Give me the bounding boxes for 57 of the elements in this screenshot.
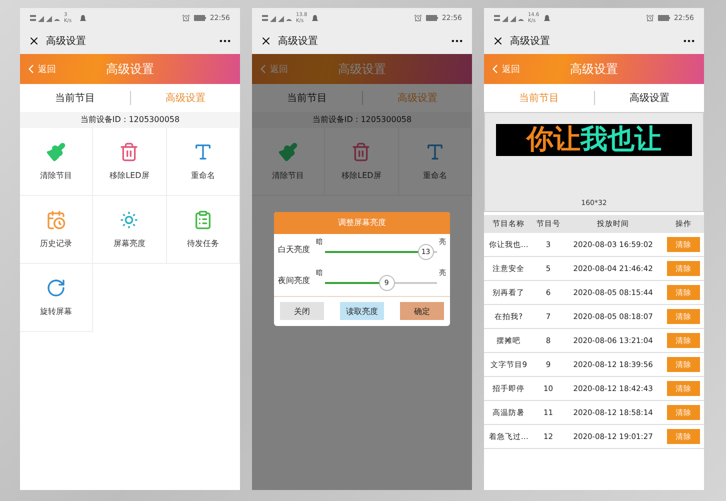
broom-icon <box>46 142 66 162</box>
window-title: 高级设置 <box>278 34 318 48</box>
slider-label: 白天亮度 <box>278 244 311 255</box>
signal-icon <box>262 14 292 22</box>
menu-tile[interactable]: 重命名 <box>398 128 472 196</box>
window-title: 高级设置 <box>46 34 86 48</box>
menu-tile[interactable]: 屏幕亮度 <box>93 196 167 264</box>
trash-icon <box>351 142 372 162</box>
menu-tile[interactable]: 清除节目 <box>252 128 326 196</box>
battery-icon <box>194 15 206 21</box>
menu-tile[interactable]: 重命名 <box>166 128 240 196</box>
slider-label: 夜间亮度 <box>278 275 311 286</box>
window-title: 高级设置 <box>510 34 550 48</box>
trash-icon <box>119 142 140 162</box>
tab[interactable]: 当前节目 <box>20 90 130 106</box>
close-icon[interactable] <box>28 35 40 47</box>
signal-icon <box>494 14 524 22</box>
menu-tile[interactable]: 移除LED屏 <box>325 128 399 196</box>
tab[interactable]: 当前节目 <box>252 90 362 106</box>
text-icon <box>424 142 445 162</box>
close-icon[interactable] <box>260 35 272 47</box>
close-icon[interactable] <box>492 35 504 47</box>
signal-icon <box>30 14 60 22</box>
menu-tile[interactable]: 清除节目 <box>20 128 94 196</box>
menu-tile[interactable]: 待发任务 <box>166 196 240 264</box>
dialog-title: 调整屏幕亮度 <box>274 212 450 234</box>
notification-icon <box>544 14 550 22</box>
dialog-button[interactable]: 确定 <box>400 302 444 320</box>
menu-tile[interactable]: 历史记录 <box>20 196 94 264</box>
battery-icon <box>426 15 438 21</box>
tab[interactable]: 当前节目 <box>484 90 594 106</box>
dialog-button[interactable]: 关闭 <box>280 302 324 320</box>
device-id: 当前设备ID : 1205300058 <box>252 112 472 128</box>
broom-icon <box>278 142 298 162</box>
alarm-icon <box>646 14 654 22</box>
tab[interactable]: 高级设置 <box>594 90 704 106</box>
text-icon <box>192 142 213 162</box>
battery-icon <box>658 15 670 21</box>
page-title: 高级设置 <box>570 60 618 78</box>
menu-tile[interactable]: 移除LED屏 <box>93 128 167 196</box>
calendar-clock-icon <box>46 210 66 230</box>
back-button[interactable]: 返回 <box>24 62 106 76</box>
tab[interactable]: 高级设置 <box>130 90 240 106</box>
led-display: 你让我也让 <box>496 124 692 156</box>
alarm-icon <box>182 14 190 22</box>
notification-icon <box>80 14 86 22</box>
back-button[interactable]: 返回 <box>488 62 570 76</box>
device-id: 当前设备ID : 1205300058 <box>20 112 240 128</box>
alarm-icon <box>414 14 422 22</box>
brightness-icon <box>119 210 140 230</box>
page-title: 高级设置 <box>338 60 386 78</box>
page-title: 高级设置 <box>106 60 154 78</box>
menu-tile[interactable]: 旋转屏幕 <box>20 264 94 332</box>
notification-icon <box>312 14 318 22</box>
dialog-button[interactable]: 读取亮度 <box>340 302 384 320</box>
clipboard-icon <box>192 210 213 230</box>
rotate-icon <box>46 278 66 298</box>
